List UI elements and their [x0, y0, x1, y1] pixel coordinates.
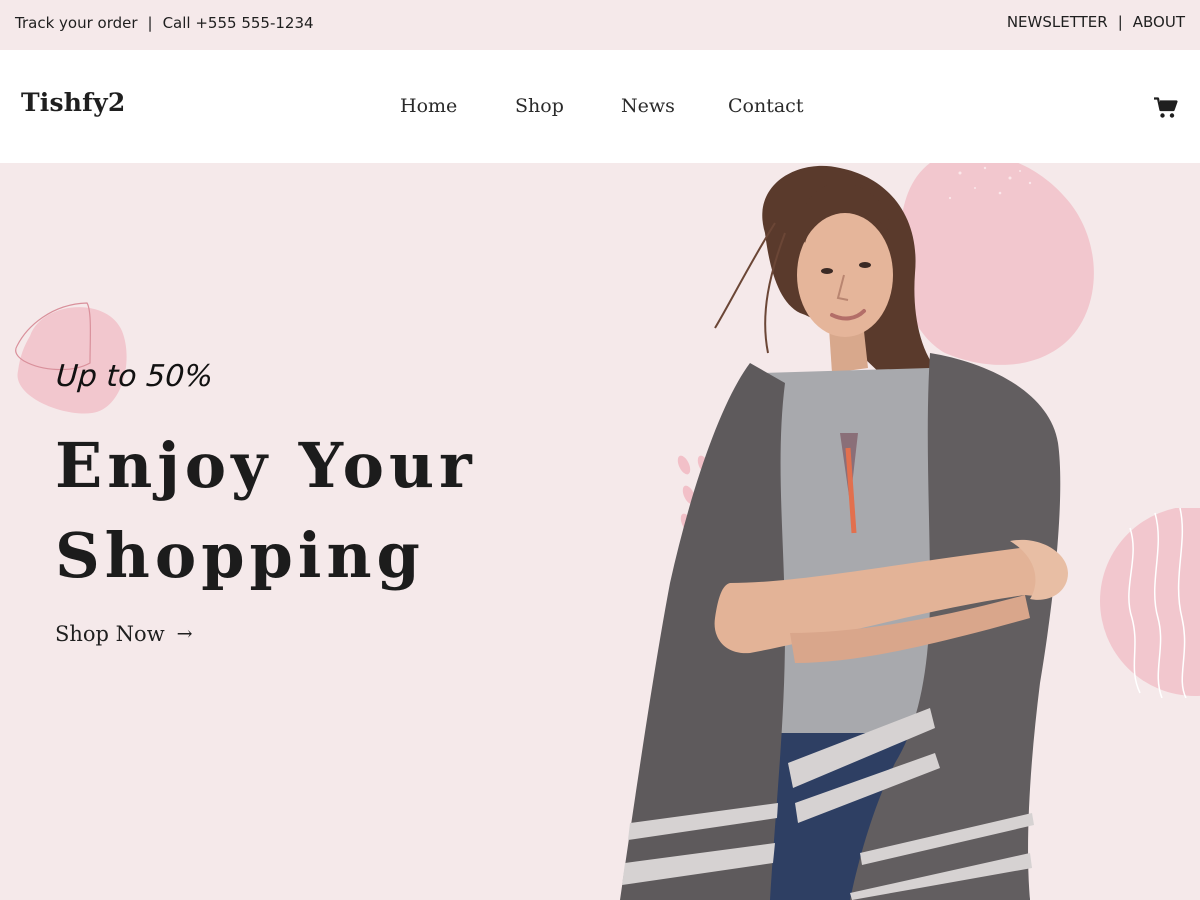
hero-title-line-1: Enjoy Your: [55, 429, 477, 502]
model-photo: [620, 165, 1068, 900]
promo-text: Up to 50%: [54, 359, 215, 394]
top-bar: Track your order | Call +555 555-1234 NE…: [0, 0, 1200, 50]
separator: |: [147, 14, 153, 32]
nav-item-news[interactable]: News: [621, 95, 675, 117]
top-bar-right: NEWSLETTER | ABOUT: [1007, 13, 1185, 31]
nav-item-home[interactable]: Home: [400, 95, 457, 117]
shop-now-label: Shop Now: [55, 622, 165, 646]
newsletter-link[interactable]: NEWSLETTER: [1007, 13, 1108, 31]
shopping-cart-icon[interactable]: [1154, 97, 1178, 119]
shop-now-button[interactable]: Shop Now →: [55, 622, 193, 646]
separator: |: [1117, 13, 1123, 31]
nav-item-shop[interactable]: Shop: [515, 95, 564, 117]
site-logo[interactable]: Tishfy2: [21, 88, 125, 117]
hero-title: Enjoy Your Shopping: [55, 421, 575, 601]
nav-item-contact[interactable]: Contact: [728, 95, 803, 117]
wavy-circle-decoration: [1100, 508, 1200, 698]
arrow-right-icon: →: [176, 623, 193, 645]
hero-section: Up to 50% Enjoy Your Shopping Shop Now →: [0, 163, 1200, 900]
site-header: Tishfy2 Home Shop News Contact: [0, 50, 1200, 163]
hero-title-line-2: Shopping: [55, 519, 425, 592]
top-bar-left: Track your order | Call +555 555-1234: [15, 14, 314, 32]
phone-number: Call +555 555-1234: [162, 14, 314, 32]
about-link[interactable]: ABOUT: [1133, 13, 1185, 31]
track-order-link[interactable]: Track your order: [15, 14, 138, 32]
